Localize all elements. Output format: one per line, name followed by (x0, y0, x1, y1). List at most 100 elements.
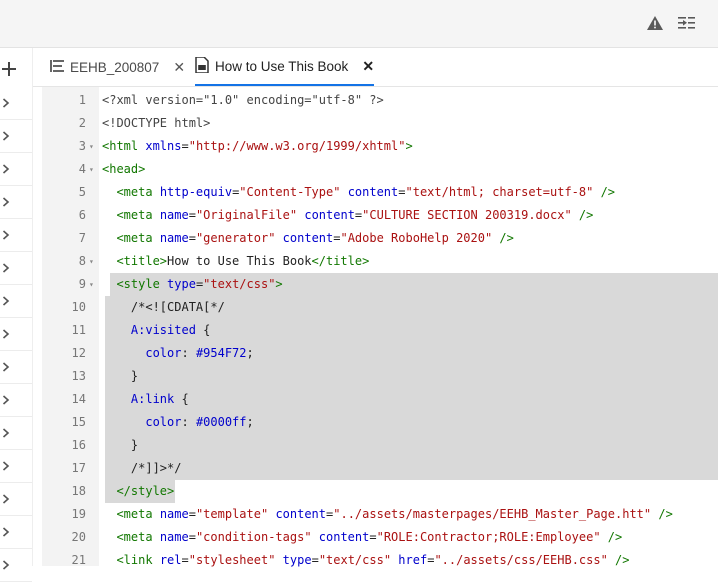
code-token: content (347, 185, 399, 199)
line-number: 15 (71, 415, 86, 429)
code-token: /> (492, 231, 514, 245)
chevron-right-icon[interactable] (0, 252, 32, 285)
line-number: 16 (71, 438, 86, 452)
tab-label: How to Use This Book (215, 58, 349, 74)
plus-icon[interactable] (0, 52, 32, 85)
chevron-right-icon[interactable] (0, 351, 32, 384)
selection-highlight (105, 365, 718, 388)
code-line[interactable]: 9 ▾ <style type="text/css"> (42, 273, 718, 296)
chevron-right-icon[interactable] (0, 285, 32, 318)
collapse-panel-icon[interactable] (676, 12, 698, 34)
code-token: color (145, 346, 182, 360)
code-token: xmlns (145, 139, 182, 153)
chevron-right-icon[interactable] (0, 483, 32, 516)
code-text: <meta name="template" content="../assets… (102, 503, 672, 526)
line-number: 6 (78, 208, 86, 222)
code-token: "OriginalFile" (195, 208, 298, 222)
code-token: #954F72 (195, 346, 247, 360)
chevron-right-icon[interactable] (0, 219, 32, 252)
fold-toggle-icon[interactable]: ▾ (89, 273, 94, 296)
code-token: <meta (116, 231, 160, 245)
code-line[interactable]: 13 } (42, 365, 718, 388)
code-token: How to Use This Book (167, 254, 312, 268)
close-icon[interactable]: ✕ (173, 59, 185, 76)
line-number: 10 (71, 300, 86, 314)
selection-highlight (105, 434, 718, 457)
code-line[interactable]: 19 <meta name="template" content="../ass… (42, 503, 718, 526)
code-line[interactable]: 6 <meta name="OriginalFile" content="CUL… (42, 204, 718, 227)
line-number: 3 (78, 139, 86, 153)
code-line[interactable]: 5 <meta http-equiv = "Content-Type" conten… (42, 181, 718, 204)
code-line[interactable]: 21 <link rel="stylesheet" type="text/css… (42, 549, 718, 572)
code-token: type (167, 277, 196, 291)
code-token: = (369, 530, 377, 544)
code-line[interactable]: 12 color: #954F72; (42, 342, 718, 365)
chevron-right-icon[interactable] (0, 450, 32, 483)
code-token: = (188, 231, 196, 245)
code-line[interactable]: 16 } (42, 434, 718, 457)
code-token: = (398, 185, 406, 199)
code-token: "../assets/css/EEHB.css" (434, 553, 608, 567)
code-line[interactable]: 11 A:visited { (42, 319, 718, 342)
warning-icon[interactable] (644, 12, 666, 34)
code-line[interactable]: 17 /*]]>*/ (42, 457, 718, 480)
close-icon[interactable]: ✕ (362, 58, 374, 75)
tab-eehb[interactable]: EEHB_200807 ✕ (50, 48, 185, 86)
left-rail (0, 48, 33, 582)
chevron-right-icon[interactable] (0, 186, 32, 219)
code-token: = (188, 530, 196, 544)
chevron-right-icon[interactable] (0, 153, 32, 186)
code-line[interactable]: 3 ▾ <html xmlns="http://www.w3.org/1999/xh… (42, 135, 718, 158)
code-editor[interactable]: 1 <?xml version="1.0" encoding="utf-8" ?>… (42, 87, 718, 567)
chevron-right-icon[interactable] (0, 87, 32, 120)
tab-how-to-use-this-book[interactable]: How to Use This Book ✕ (195, 48, 375, 86)
tab-label: EEHB_200807 (70, 59, 160, 75)
code-line[interactable]: 1 <?xml version="1.0" encoding="utf-8" ?> (42, 89, 718, 112)
chevron-right-icon[interactable] (0, 120, 32, 153)
code-line[interactable]: 20 <meta name="condition-tags" content="… (42, 526, 718, 549)
chevron-right-icon[interactable] (0, 318, 32, 351)
code-line[interactable]: 10 /*<![CDATA[*/ (42, 296, 718, 319)
fold-toggle-icon[interactable]: ▾ (89, 250, 94, 273)
code-text: <?xml version="1.0" encoding="utf-8" ?> (102, 89, 384, 112)
line-number: 9 (78, 277, 86, 291)
code-text: <head> (102, 158, 145, 181)
code-text: <!DOCTYPE html> (102, 112, 210, 135)
code-token: : (181, 415, 196, 429)
html-file-icon (195, 55, 209, 76)
code-token: "http://www.w3.org/1999/xhtml" (188, 139, 406, 153)
code-token: <title> (116, 254, 168, 268)
code-token: "generator" (195, 231, 276, 245)
code-token: : (181, 346, 196, 360)
document-lines-icon (50, 59, 64, 76)
code-line[interactable]: 7 <meta name="generator" content="Adobe … (42, 227, 718, 250)
code-text: <link rel="stylesheet" type="text/css" h… (102, 549, 629, 572)
code-token: { (195, 323, 211, 337)
code-token: "ROLE:Contractor;ROLE:Employee" (376, 530, 601, 544)
code-line[interactable]: 4 ▾ <head> (42, 158, 718, 181)
fold-toggle-icon[interactable]: ▾ (89, 135, 94, 158)
tab-bar: EEHB_200807 ✕ How to Use This Book ✕ (33, 48, 718, 87)
chevron-right-icon[interactable] (0, 384, 32, 417)
chevron-right-icon[interactable] (0, 417, 32, 450)
code-text: A:visited { (102, 319, 210, 342)
code-token: = (188, 208, 196, 222)
code-token: <meta (116, 507, 160, 521)
code-line[interactable]: 8 ▾ <title>How to Use This Book</title> (42, 250, 718, 273)
code-line[interactable]: 15 color: #0000ff; (42, 411, 718, 434)
code-line[interactable]: 14 A:link { (42, 388, 718, 411)
code-text: <html xmlns="http://www.w3.org/1999/xhtm… (102, 135, 413, 158)
code-text: color: #0000ff; (102, 411, 253, 434)
code-line[interactable]: 18 </style> (42, 480, 718, 503)
code-line[interactable]: 2 <!DOCTYPE html> (42, 112, 718, 135)
chevron-right-icon[interactable] (0, 516, 32, 549)
fold-toggle-icon[interactable]: ▾ (89, 158, 94, 181)
